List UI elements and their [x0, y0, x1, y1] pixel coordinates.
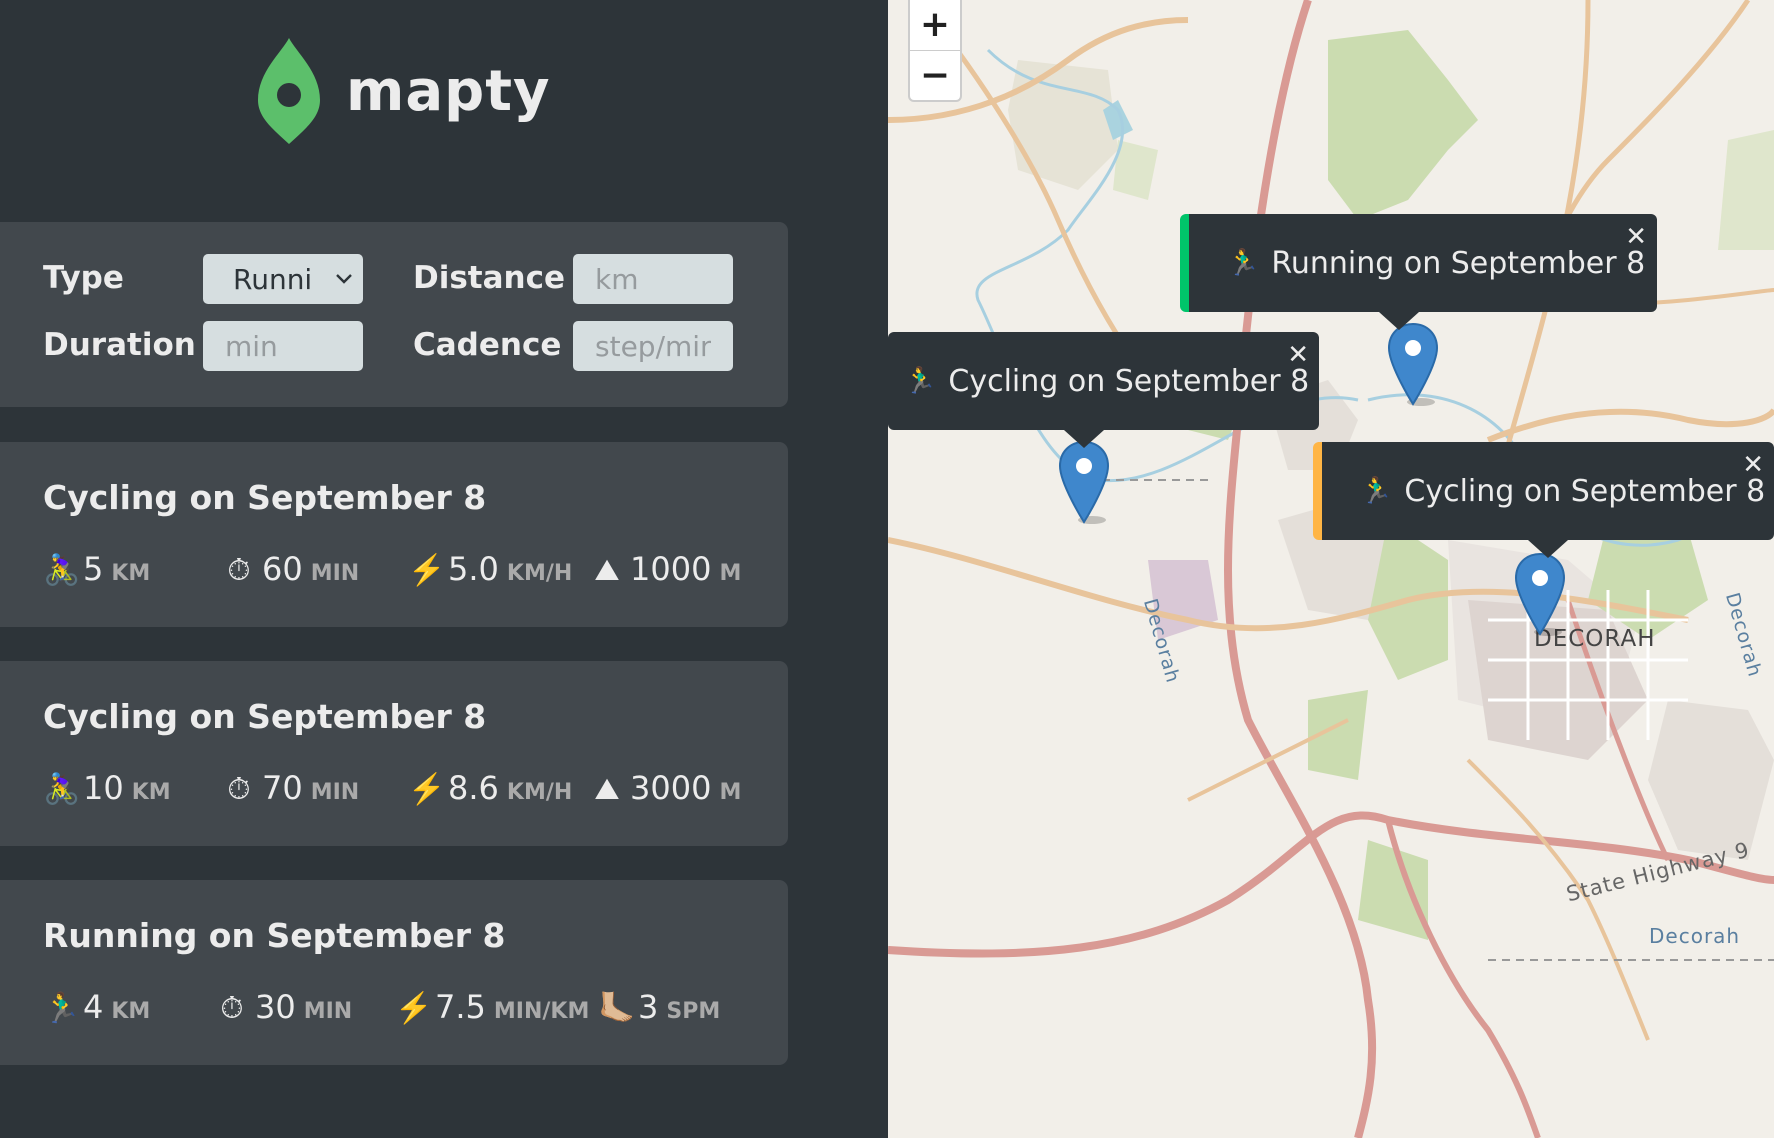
zoom-control: + −: [908, 0, 962, 102]
workout-duration: ⏱ 30 MIN: [215, 988, 352, 1026]
workout-item[interactable]: Cycling on September 8 🚴‍♀️ 5 KM ⏱ 60 MI…: [0, 442, 788, 627]
map-marker-icon[interactable]: [1387, 322, 1439, 406]
close-icon[interactable]: ✕: [1625, 222, 1647, 252]
foot-icon: 🦶🏼: [598, 991, 636, 1026]
popup-text: Cycling on September 8: [948, 363, 1310, 399]
mountain-icon: ⛰: [594, 772, 620, 807]
chevron-down-icon: [336, 274, 352, 284]
workout-title: Running on September 8: [43, 916, 506, 955]
mountain-icon: ⛰: [594, 553, 620, 588]
workout-speed: ⚡️ 8.6 KM/H: [408, 769, 573, 807]
map-pin-logo-icon: [258, 38, 320, 144]
type-select-value: Runni: [233, 262, 313, 296]
close-icon[interactable]: ✕: [1742, 450, 1764, 480]
duration-label: Duration: [43, 327, 196, 363]
map-tiles: [888, 0, 1774, 1138]
workout-duration: ⏱ 60 MIN: [222, 550, 359, 588]
workout-title: Cycling on September 8: [43, 478, 487, 517]
workout-title: Cycling on September 8: [43, 697, 487, 736]
popup-text: Running on September 8: [1271, 245, 1646, 281]
workout-distance: 🏃‍♂️ 4 KM: [43, 988, 151, 1026]
lightning-icon: ⚡️: [408, 772, 446, 807]
map-marker-icon[interactable]: [1058, 440, 1110, 524]
workout-popup[interactable]: 🏃‍♂️ Cycling on September 8 ✕: [1313, 442, 1774, 558]
zoom-in-button[interactable]: +: [910, 0, 960, 50]
workout-distance: 🚴‍♀️ 5 KM: [43, 550, 151, 588]
runner-icon: 🏃‍♂️: [43, 991, 81, 1026]
cyclist-icon: 🚴‍♀️: [43, 772, 81, 807]
stopwatch-icon: ⏱: [220, 991, 244, 1026]
runner-icon: 🏃‍♂️: [904, 366, 937, 396]
workout-duration: ⏱ 70 MIN: [222, 769, 359, 807]
app-name: mapty: [346, 58, 551, 124]
workout-distance: 🚴‍♀️ 10 KM: [43, 769, 171, 807]
workout-item[interactable]: Cycling on September 8 🚴‍♀️ 10 KM ⏱ 70 M…: [0, 661, 788, 846]
workout-elevation: ⛰ 1000 M: [590, 550, 741, 588]
type-label: Type: [43, 260, 124, 296]
distance-input[interactable]: [573, 254, 733, 304]
stopwatch-icon: ⏱: [227, 772, 251, 807]
lightning-icon: ⚡️: [408, 553, 446, 588]
workout-pace: ⚡️ 7.5 MIN/KM: [395, 988, 590, 1026]
zoom-out-button[interactable]: −: [910, 50, 960, 100]
workout-speed: ⚡️ 5.0 KM/H: [408, 550, 573, 588]
workout-item[interactable]: Running on September 8 🏃‍♂️ 4 KM ⏱ 30 MI…: [0, 880, 788, 1065]
workout-form: Type Runni Distance Duration Cadence: [0, 222, 788, 407]
workout-elevation: ⛰ 3000 M: [590, 769, 741, 807]
cadence-input[interactable]: [573, 321, 733, 371]
runner-icon: 🏃‍♂️: [1360, 476, 1393, 506]
area-label: Decorah: [1649, 924, 1741, 948]
stopwatch-icon: ⏱: [227, 553, 251, 588]
distance-label: Distance: [413, 260, 566, 296]
workout-popup[interactable]: 🏃‍♂️ Running on September 8 ✕: [1180, 214, 1657, 330]
workout-popup[interactable]: 🏃‍♂️ Cycling on September 8 ✕: [888, 332, 1319, 448]
lightning-icon: ⚡️: [395, 991, 433, 1026]
sidebar: mapty Type Runni Distance Duration Caden…: [0, 0, 888, 1138]
popup-text: Cycling on September 8: [1404, 473, 1766, 509]
map[interactable]: DECORAH State Highway 9 Decorah Decorah …: [888, 0, 1774, 1138]
runner-icon: 🏃‍♂️: [1227, 248, 1260, 278]
duration-input[interactable]: [203, 321, 363, 371]
type-select[interactable]: Runni: [203, 254, 363, 304]
workout-cadence: 🦶🏼 3 SPM: [598, 988, 721, 1026]
logo: mapty: [258, 38, 551, 144]
cyclist-icon: 🚴‍♀️: [43, 553, 81, 588]
close-icon[interactable]: ✕: [1287, 340, 1309, 370]
map-marker-icon[interactable]: [1514, 552, 1566, 636]
cadence-label: Cadence: [413, 327, 562, 363]
